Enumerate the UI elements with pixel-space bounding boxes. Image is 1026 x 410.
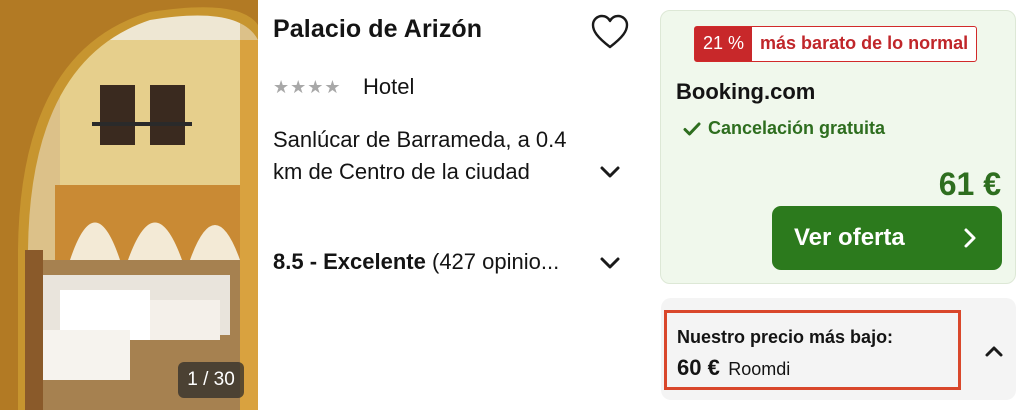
review-score: 8.5 - Excelente	[273, 249, 426, 274]
deal-percent: 21 %	[695, 27, 753, 61]
review-summary[interactable]: 8.5 - Excelente (427 opinio...	[273, 249, 559, 275]
lowest-price-highlight: Nuestro precio más bajo: 60 € Roomdi	[664, 310, 961, 390]
hotel-photo[interactable]: 1 / 30	[0, 0, 258, 410]
lowest-price-provider: Roomdi	[728, 359, 791, 379]
star-rating: ★★★★	[273, 77, 342, 97]
offer-provider: Booking.com	[676, 79, 816, 104]
lowest-price-panel[interactable]: Nuestro precio más bajo: 60 € Roomdi	[661, 298, 1016, 400]
free-cancellation: Cancelación gratuita	[683, 118, 885, 139]
chevron-up-icon	[985, 346, 1003, 357]
deal-text: más barato de lo normal	[760, 33, 969, 53]
view-offer-button[interactable]: Ver oferta	[772, 206, 1002, 270]
view-offer-label: Ver oferta	[794, 224, 905, 251]
heart-outline-icon	[591, 14, 629, 49]
lowest-price-line: 60 € Roomdi	[677, 355, 790, 381]
hotel-type: Hotel	[363, 74, 415, 99]
deal-badge: 21 % más barato de lo normal	[694, 26, 978, 62]
hotel-name[interactable]: Palacio de Arizón	[273, 15, 482, 44]
courtyard-image	[0, 0, 258, 410]
checkmark-icon	[683, 122, 701, 135]
photo-counter: 1 / 30	[178, 362, 244, 398]
lowest-price-title: Nuestro precio más bajo:	[677, 327, 894, 347]
expand-location-button[interactable]	[598, 160, 622, 184]
cancellation-label: Cancelación gratuita	[708, 118, 886, 138]
hotel-location: Sanlúcar de Barrameda, a 0.4 km de Centr…	[273, 127, 567, 184]
offer-card[interactable]: 21 % más barato de lo normal Booking.com…	[660, 10, 1016, 284]
lowest-price-value: 60 €	[677, 355, 720, 380]
review-count: (427 opinio...	[425, 249, 560, 274]
chevron-right-icon	[964, 228, 976, 248]
offer-price: 61 €	[938, 166, 1001, 202]
favorite-button[interactable]	[591, 14, 629, 50]
hotel-info: Palacio de Arizón ★★★★ Hotel Sanlúcar de…	[273, 0, 633, 410]
chevron-down-icon	[600, 166, 620, 178]
expand-reviews-button[interactable]	[598, 251, 622, 275]
chevron-down-icon	[600, 257, 620, 269]
collapse-lowest-button[interactable]	[983, 341, 1005, 363]
